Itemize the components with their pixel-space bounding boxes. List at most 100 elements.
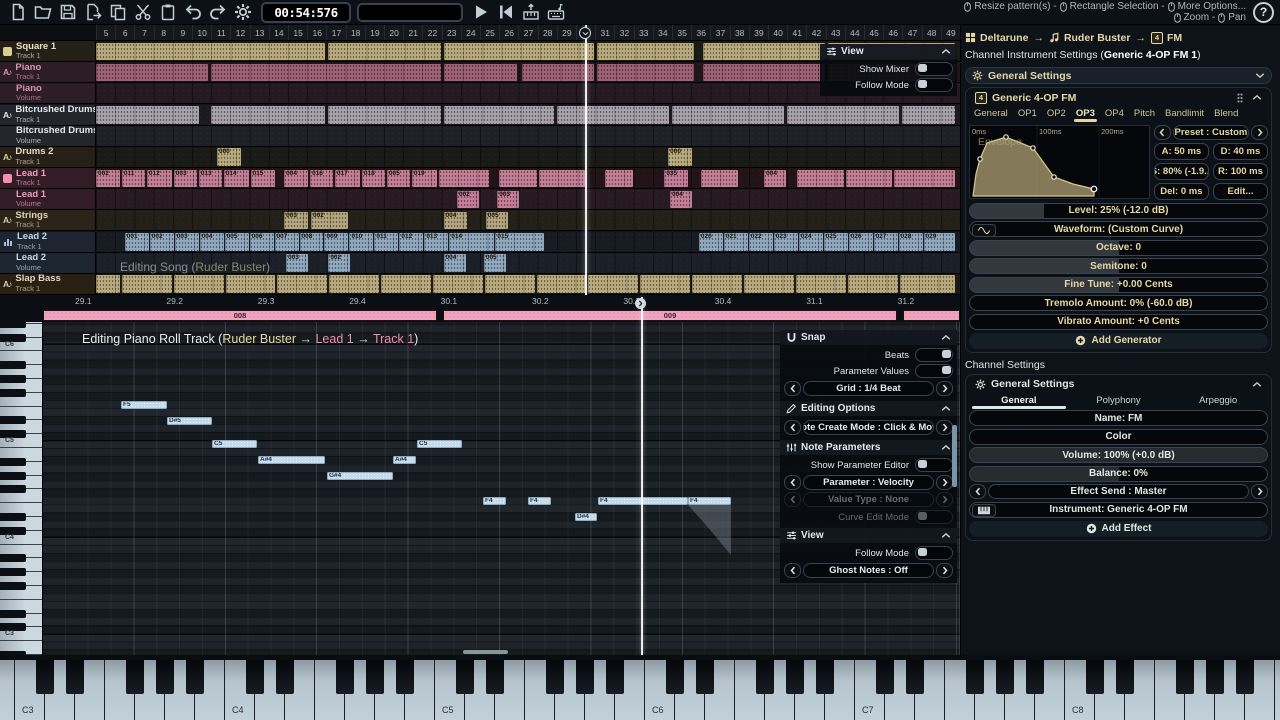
timeline-bar-20[interactable]: 20: [384, 25, 403, 40]
pattern-clip[interactable]: [557, 106, 669, 124]
black-key[interactable]: [156, 660, 174, 694]
help-button[interactable]: ?: [1253, 2, 1274, 23]
white-key[interactable]: [1275, 660, 1280, 720]
pattern-clip[interactable]: 002: [96, 170, 120, 188]
pattern-clip[interactable]: 005: [387, 170, 410, 188]
selector-value[interactable]: Parameter : Velocity: [803, 475, 934, 490]
panel-header-snap[interactable]: Snap: [780, 330, 957, 345]
track-header[interactable]: A♪StringsTrack 1: [0, 210, 96, 230]
pattern-clip[interactable]: [692, 275, 742, 293]
timeline-bar-24[interactable]: 24: [461, 25, 480, 40]
tab-pitch[interactable]: Pitch: [1129, 108, 1160, 119]
timeline-bar-7[interactable]: 7: [134, 25, 153, 40]
pattern-clip[interactable]: 004: [200, 233, 224, 251]
pattern-clip[interactable]: [211, 106, 325, 124]
timeline-bar-9[interactable]: 9: [173, 25, 192, 40]
toggle-show-parameter-editor[interactable]: [915, 458, 953, 472]
timeline-bar-44[interactable]: 44: [845, 25, 864, 40]
pattern-clip[interactable]: [539, 170, 585, 188]
tab-op3[interactable]: OP3: [1071, 108, 1100, 119]
pattern-clip[interactable]: [433, 275, 483, 293]
add-generator-button[interactable]: Add Generator: [969, 333, 1268, 349]
note-ds5[interactable]: D#5: [167, 417, 212, 425]
black-key[interactable]: [0, 322, 26, 328]
pattern-clip[interactable]: [597, 43, 694, 61]
undo-button[interactable]: [184, 3, 202, 21]
pattern-clip[interactable]: 004: [670, 191, 692, 209]
pattern-clip[interactable]: [902, 106, 955, 124]
black-key[interactable]: [0, 361, 26, 369]
black-key[interactable]: [1026, 660, 1044, 694]
pattern-clip[interactable]: 018: [362, 170, 385, 188]
black-key[interactable]: [966, 660, 984, 694]
timeline-bar-26[interactable]: 26: [499, 25, 518, 40]
pattern-clip[interactable]: 025: [824, 233, 848, 251]
timeline-bar-14[interactable]: 14: [269, 25, 288, 40]
pattern-clip[interactable]: 005: [225, 233, 249, 251]
piano-roll-hscrollbar-thumb[interactable]: [463, 650, 508, 654]
tab-general[interactable]: General: [969, 108, 1013, 119]
pattern-clip[interactable]: 004: [444, 254, 466, 272]
panel-header-editing-options[interactable]: Editing Options: [780, 401, 957, 416]
pattern-clip[interactable]: 012: [147, 170, 172, 188]
envelope-editor[interactable]: 0ms100ms200msEnvelope: [969, 125, 1150, 199]
slider-octave[interactable]: Octave: 0: [969, 240, 1268, 256]
black-key[interactable]: [186, 660, 204, 694]
pattern-clip[interactable]: [277, 275, 327, 293]
track-header[interactable]: Square 1Track 1: [0, 41, 96, 61]
selector-next-button[interactable]: [936, 492, 953, 507]
black-key[interactable]: [0, 513, 26, 521]
pattern-clip[interactable]: 010: [349, 233, 373, 251]
slider-level[interactable]: Level: 25% (-12.0 dB): [969, 203, 1268, 219]
tab-arpeggio[interactable]: Arpeggio: [1168, 395, 1268, 406]
track-lane[interactable]: [96, 105, 960, 125]
timeline-bar-11[interactable]: 11: [211, 25, 230, 40]
black-key[interactable]: [0, 610, 26, 618]
pattern-clip[interactable]: 029: [924, 233, 956, 251]
toggle-show-mixer[interactable]: [915, 62, 953, 76]
pattern-clip[interactable]: [485, 275, 535, 293]
timeline-bar-22[interactable]: 22: [422, 25, 441, 40]
black-key[interactable]: [1176, 660, 1194, 694]
pattern-clip[interactable]: [96, 106, 199, 124]
piano-roll-pattern-009[interactable]: 009: [443, 310, 897, 321]
channel-color[interactable]: Color: [969, 429, 1268, 445]
piano-roll-pattern[interactable]: [903, 310, 960, 321]
pattern-clip[interactable]: [211, 64, 440, 82]
timeline-bar-19[interactable]: 19: [365, 25, 384, 40]
pattern-clip[interactable]: 002: [311, 212, 348, 230]
pattern-clip[interactable]: [848, 275, 898, 293]
note-as4[interactable]: A#4: [393, 456, 416, 464]
pattern-clip[interactable]: 028: [899, 233, 923, 251]
pattern-clip[interactable]: [900, 275, 956, 293]
pattern-clip[interactable]: 027: [874, 233, 898, 251]
song-playhead-marker[interactable]: [579, 27, 591, 39]
channel-name[interactable]: Name: FM: [969, 410, 1268, 426]
pattern-clip[interactable]: 016: [310, 170, 333, 188]
panel-header-view[interactable]: View: [820, 44, 957, 59]
skip-start-button[interactable]: [497, 3, 515, 21]
timeline-bar-16[interactable]: 16: [307, 25, 326, 40]
black-key[interactable]: [0, 651, 26, 655]
track-lane[interactable]: 003002004005: [96, 210, 960, 230]
channel-general-settings-header[interactable]: General Settings: [969, 377, 1268, 392]
track-header[interactable]: Lead 1Volume: [0, 189, 96, 209]
track-header[interactable]: Lead 2Track 1: [0, 232, 96, 252]
export-button[interactable]: [84, 3, 102, 21]
timeline-bar-42[interactable]: 42: [806, 25, 825, 40]
pattern-clip[interactable]: 019: [412, 170, 437, 188]
pattern-clip[interactable]: 003: [286, 254, 308, 272]
pattern-clip[interactable]: 015: [495, 233, 544, 251]
black-key[interactable]: [0, 582, 26, 590]
timeline-bar-36[interactable]: 36: [691, 25, 710, 40]
pattern-clip[interactable]: [787, 106, 899, 124]
black-key[interactable]: [276, 660, 294, 694]
black-key[interactable]: [246, 660, 264, 694]
pattern-clip[interactable]: 026: [849, 233, 873, 251]
timeline-bar-43[interactable]: 43: [826, 25, 845, 40]
timeline-bar-49[interactable]: 49: [941, 25, 960, 40]
typing-keyboard-button[interactable]: [547, 3, 565, 21]
pattern-clip[interactable]: [640, 275, 690, 293]
pattern-clip[interactable]: 035: [664, 170, 688, 188]
pattern-clip[interactable]: 002: [457, 191, 479, 209]
